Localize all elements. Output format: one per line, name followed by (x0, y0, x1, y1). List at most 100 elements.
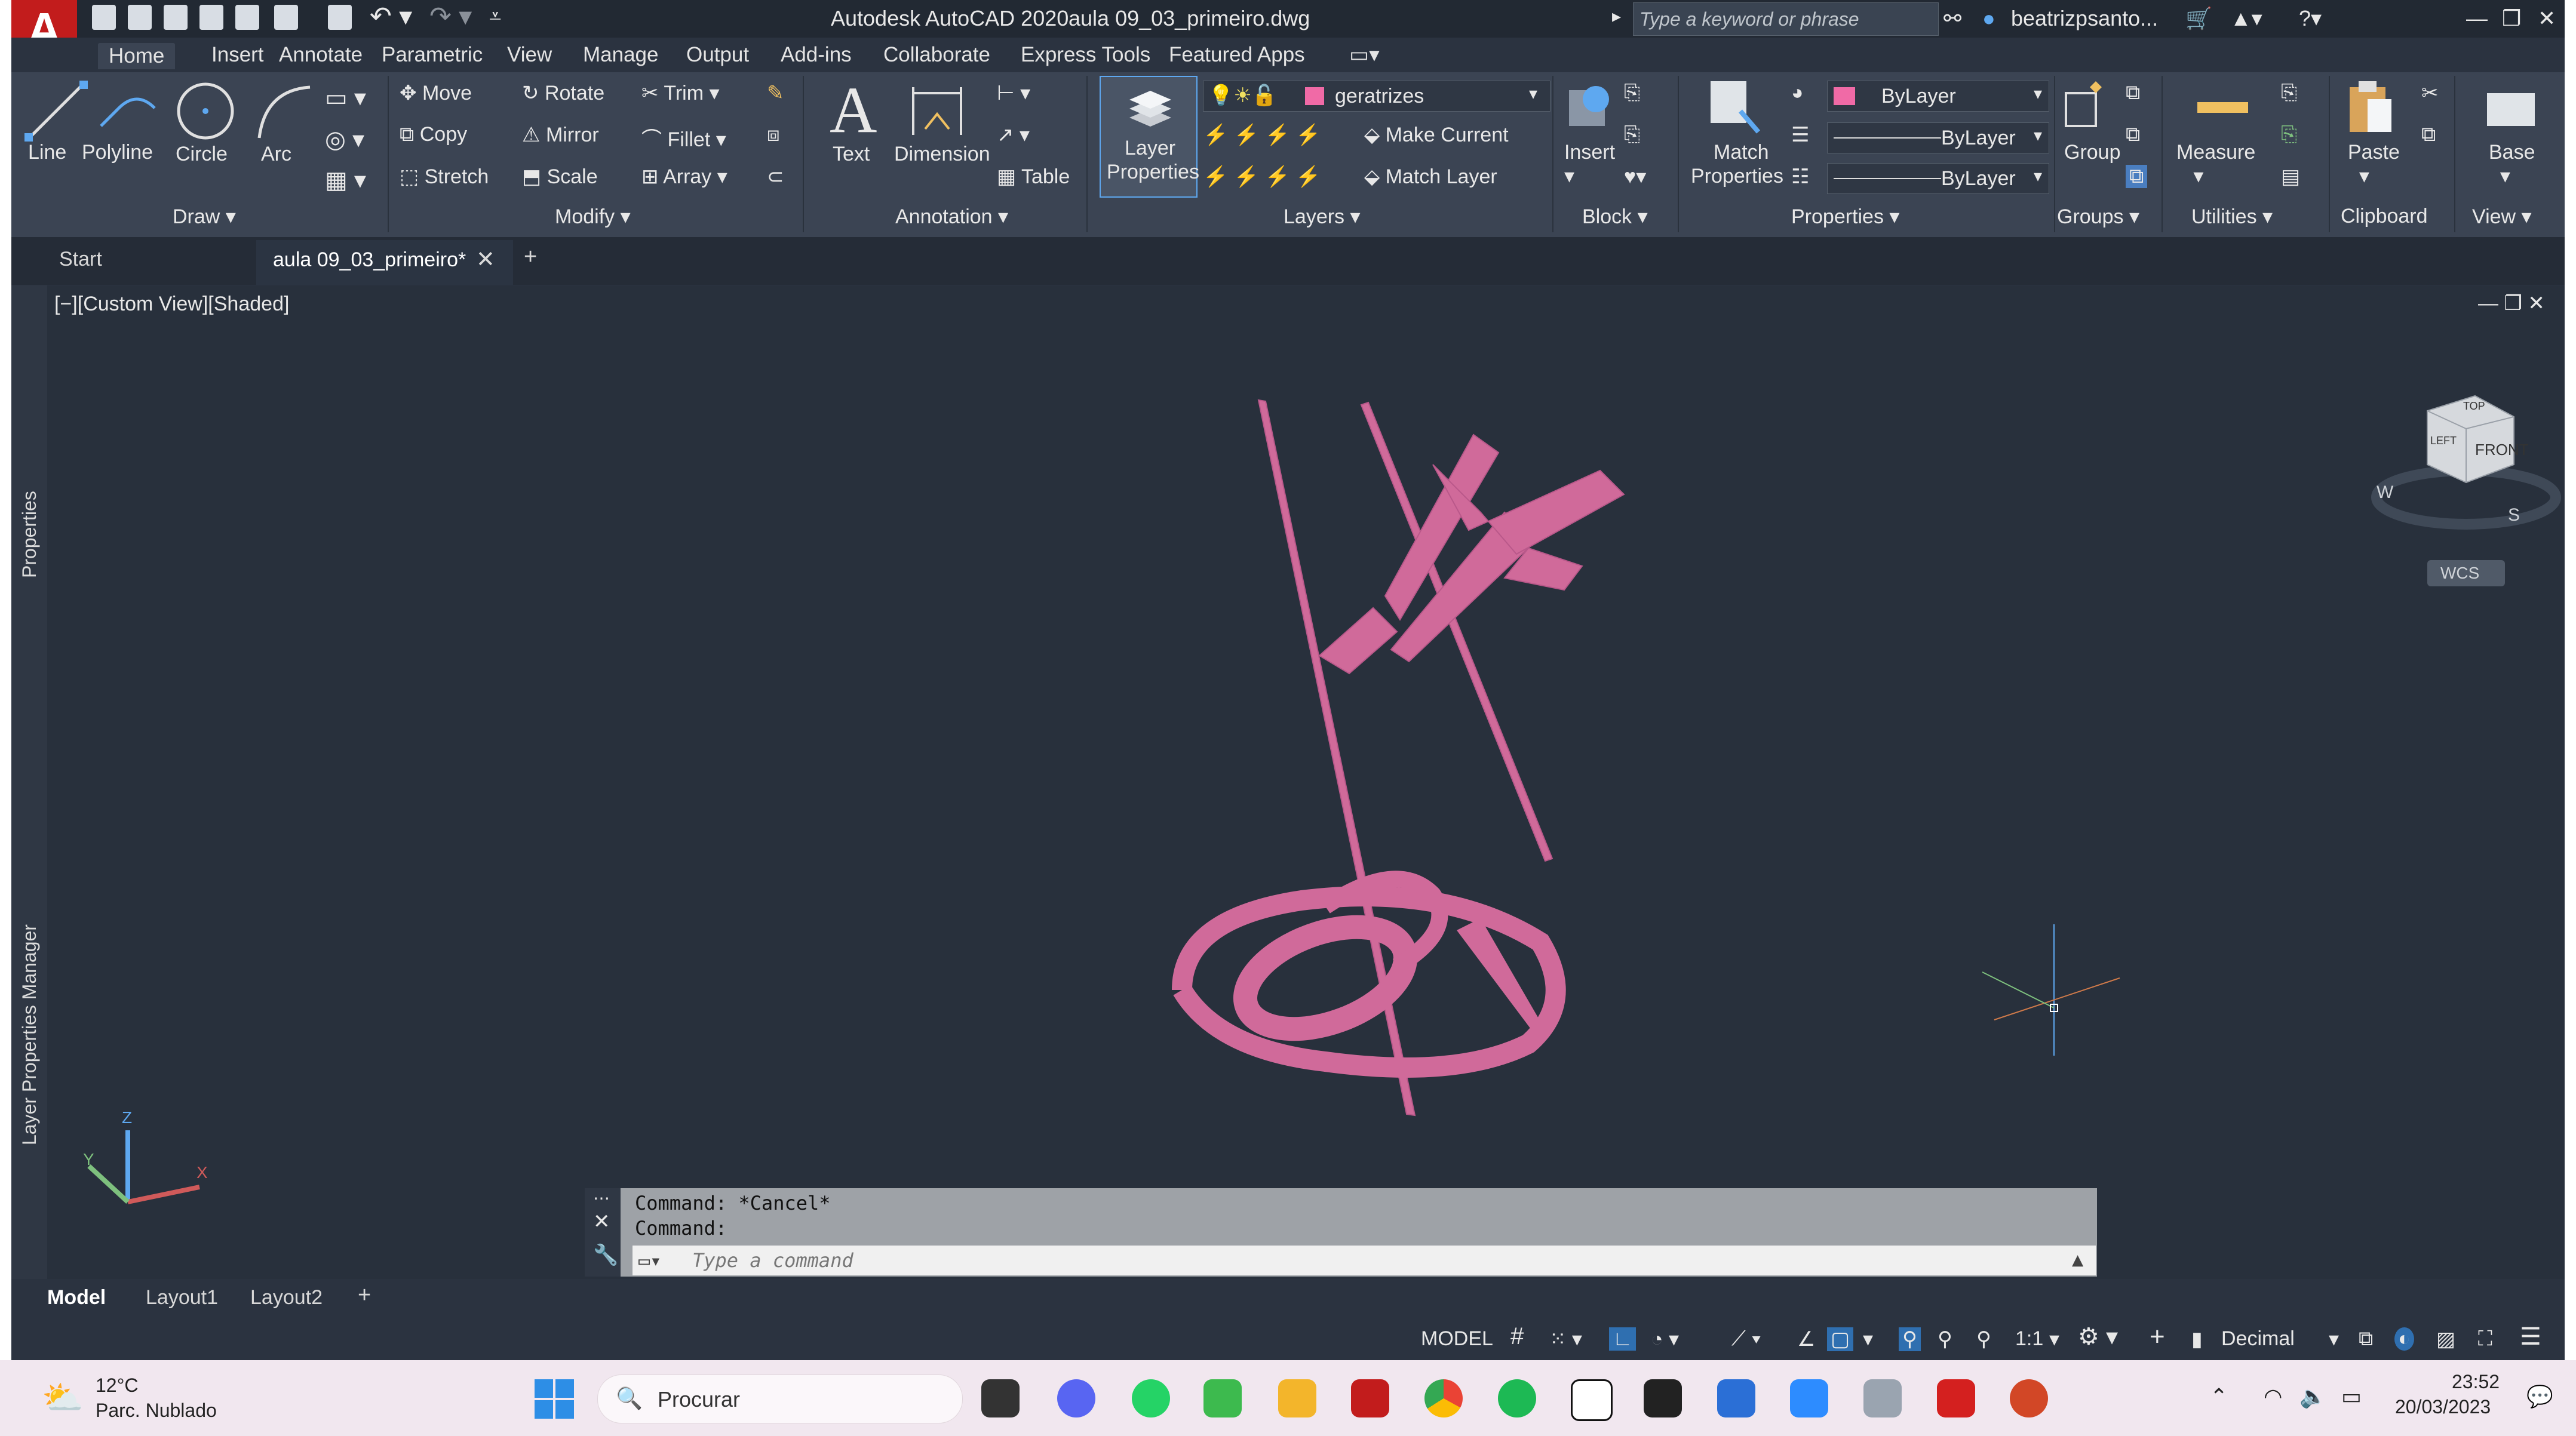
notifications-icon[interactable]: 💬 (2526, 1384, 2553, 1409)
volume-icon[interactable]: 🔈 (2299, 1384, 2326, 1409)
weather-temp[interactable]: 12°C (96, 1374, 139, 1397)
group-button[interactable]: Group (2064, 141, 2121, 164)
command-prompt-icon[interactable]: ▭▾ (638, 1249, 662, 1272)
layer-tools-row1-icon[interactable]: ⚡ ⚡ ⚡ ⚡ (1203, 123, 1321, 147)
clock-time[interactable]: 23:52 (2452, 1371, 2500, 1393)
clean-screen-icon[interactable]: ⛶ (2478, 1327, 2492, 1351)
snap-icon[interactable]: ⁙ ▾ (1549, 1327, 1582, 1351)
fillet-button[interactable]: ⌒ Fillet ▾ (641, 123, 726, 152)
tab-parametric[interactable]: Parametric (382, 43, 483, 67)
viewcube[interactable]: FRONT TOP LEFT W S (2365, 387, 2565, 542)
tab-addins[interactable]: Add-ins (781, 43, 852, 67)
model-space-toggle[interactable]: MODEL (1421, 1327, 1493, 1351)
powerpoint-icon[interactable] (2010, 1379, 2048, 1417)
ungroup-icon[interactable]: ⧉ (2126, 81, 2140, 104)
match-layer-button[interactable]: ⬙ Match Layer (1364, 165, 1497, 189)
task-view-icon[interactable] (981, 1379, 1020, 1417)
properties-palette-tab[interactable]: Properties (19, 491, 41, 578)
paste-icon[interactable] (2344, 78, 2397, 138)
workspace-gear-icon[interactable]: ⚙ ▾ (2078, 1323, 2118, 1351)
leader-icon[interactable]: ↗ ▾ (997, 123, 1030, 147)
panel-annotation-label[interactable]: Annotation ▾ (895, 205, 1008, 229)
tab-collaborate[interactable]: Collaborate (883, 43, 990, 67)
customization-menu-icon[interactable]: ☰ (2520, 1323, 2541, 1351)
customize-command-icon[interactable]: 🔧 (593, 1243, 618, 1267)
offset-icon[interactable]: ⊂ (767, 165, 784, 189)
panel-layers-label[interactable]: Layers ▾ (1284, 205, 1361, 229)
object-snap-icon[interactable]: ▢ (1827, 1327, 1854, 1351)
save-as-icon[interactable] (199, 5, 223, 30)
isodraft-icon[interactable]: ⟋ ▾ (1731, 1327, 1761, 1351)
lineweight-dropdown[interactable]: ByLayer ▾ (1827, 122, 2049, 153)
grip-icon[interactable]: ⋯ (593, 1188, 610, 1208)
layer-dropdown[interactable]: 💡☀🔓 geratrizes ▾ (1203, 81, 1550, 112)
qa-customize-icon[interactable]: ⩡ (489, 4, 501, 29)
panel-utilities-label[interactable]: Utilities ▾ (2191, 205, 2273, 229)
base-button[interactable]: Base ▾ (2489, 141, 2535, 188)
color-wheel-icon[interactable]: ◕ (1791, 81, 1804, 104)
group-edit-icon[interactable]: ⧉ (2126, 123, 2140, 146)
share-icon[interactable] (274, 5, 298, 30)
scale-button[interactable]: ⬒ Scale (522, 165, 598, 189)
web-open-icon[interactable] (235, 5, 259, 30)
save-icon[interactable] (164, 5, 188, 30)
auto-scale-icon[interactable]: ⚲ (1938, 1327, 1952, 1351)
layer-properties-button[interactable]: Layer Properties (1100, 76, 1199, 198)
restore-icon[interactable]: ❐ (2502, 6, 2521, 31)
copy-button[interactable]: ⧉ Copy (400, 123, 467, 146)
mirror-button[interactable]: ⚠ Mirror (522, 123, 599, 147)
compass-s[interactable]: S (2508, 505, 2520, 525)
search-input[interactable]: Type a keyword or phrase (1633, 2, 1939, 36)
rectangle-icon[interactable]: ▭ ▾ (325, 84, 366, 112)
drawing-viewport[interactable]: Properties Layer Properties Manager [−][… (11, 285, 2565, 1279)
linetype-dropdown[interactable]: ByLayer ▾ (1827, 163, 2049, 194)
close-command-icon[interactable]: ✕ (593, 1210, 610, 1234)
erase-icon[interactable]: ✎ (767, 81, 784, 105)
circle-icon[interactable] (173, 78, 238, 144)
edit-block-icon[interactable]: ⎘ (1624, 123, 1640, 146)
stretch-button[interactable]: ⬚ Stretch (400, 165, 489, 189)
hatch-icon[interactable]: ▦ ▾ (325, 167, 366, 194)
command-line[interactable]: ⋯ ✕ 🔧 Command: *Cancel* Command: ▭▾ Type… (585, 1188, 2097, 1277)
zoom-icon[interactable] (1790, 1379, 1828, 1417)
new-file-icon[interactable] (92, 5, 116, 30)
viewcube-left-label[interactable]: LEFT (2430, 435, 2457, 447)
rotate-button[interactable]: ↻ Rotate (522, 81, 604, 105)
copy-clip-icon[interactable]: ⧉ (2421, 123, 2436, 146)
block-attributes-icon[interactable]: ♥▾ (1624, 165, 1646, 189)
polar-icon[interactable]: ◔ ▾ (1651, 1327, 1679, 1351)
tab-home[interactable]: Home (98, 43, 176, 69)
color-dropdown[interactable]: ByLayer ▾ (1827, 81, 2049, 112)
group-icon[interactable] (2060, 78, 2114, 135)
panel-modify-label[interactable]: Modify ▾ (555, 205, 631, 229)
make-current-button[interactable]: ⬙ Make Current (1364, 123, 1509, 147)
ellipse-icon[interactable]: ◎ ▾ (325, 126, 364, 153)
app-leaf-icon[interactable] (1203, 1379, 1242, 1417)
tab-start[interactable]: Start (59, 248, 102, 271)
command-input[interactable]: ▭▾ Type a command ▲ (633, 1246, 2096, 1275)
text-button[interactable]: Text (833, 143, 870, 166)
array-button[interactable]: ⊞ Array ▾ (641, 165, 727, 189)
circle-button[interactable]: Circle (176, 143, 228, 166)
tab-layout1[interactable]: Layout1 (146, 1286, 218, 1309)
panel-groups-label[interactable]: Groups ▾ (2057, 205, 2139, 229)
wcs-menu[interactable]: WCS (2427, 560, 2505, 586)
annotation-monitor-icon[interactable]: + (2150, 1322, 2165, 1352)
panel-properties-label[interactable]: Properties ▾ (1791, 205, 1899, 229)
tab-manage[interactable]: Manage (583, 43, 658, 67)
layer-tools-row2-icon[interactable]: ⚡ ⚡ ⚡ ⚡ (1203, 165, 1321, 189)
viewport-controls-icon[interactable]: — ❐ ✕ (2478, 291, 2545, 315)
wifi-icon[interactable]: ◠ (2264, 1384, 2282, 1409)
arc-button[interactable]: Arc (261, 143, 291, 166)
open-file-icon[interactable] (128, 5, 152, 30)
cut-icon[interactable]: ✂ (2421, 81, 2439, 105)
tray-chevron-icon[interactable]: ⌃ (2210, 1384, 2228, 1409)
units-value[interactable]: Decimal (2221, 1327, 2295, 1351)
windows-start-icon[interactable] (535, 1379, 574, 1419)
calculator-icon[interactable]: ▤ (2281, 165, 2300, 189)
grid-icon[interactable]: # (1510, 1323, 1524, 1350)
measure-icon[interactable] (2194, 90, 2254, 126)
printer-icon[interactable] (1863, 1379, 1902, 1417)
arc-icon[interactable] (250, 78, 316, 144)
measure-button[interactable]: Measure ▾ (2176, 141, 2255, 188)
